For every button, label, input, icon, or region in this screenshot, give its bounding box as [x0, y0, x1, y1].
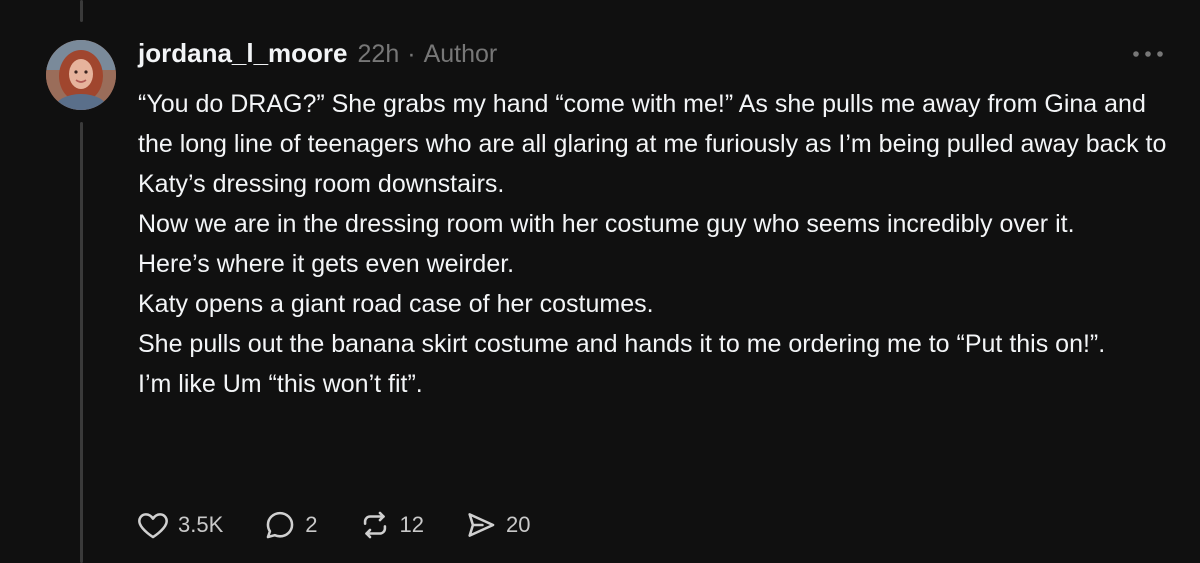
thread-line-top — [80, 0, 83, 22]
repost-button[interactable]: 12 — [358, 508, 424, 542]
share-count: 20 — [506, 512, 531, 537]
repost-icon — [363, 511, 386, 539]
post-paragraph: Now we are in the dressing room with her… — [138, 210, 1075, 238]
post-time[interactable]: 22h — [358, 40, 400, 69]
post-paragraph: Katy opens a giant road case of her cost… — [138, 290, 654, 318]
post-paragraph: “You do DRAG?” She grabs my hand “come w… — [138, 90, 1167, 198]
post-paragraph: Here’s where it gets even weirder. — [138, 250, 515, 278]
more-dots-icon — [1133, 51, 1163, 57]
avatar-image — [46, 40, 116, 110]
like-button[interactable]: 3.5K — [136, 508, 223, 542]
author-badge: Author — [423, 40, 498, 68]
more-options-button[interactable] — [1130, 44, 1170, 64]
like-count: 3.5K — [178, 512, 224, 537]
speech-bubble-icon — [266, 511, 294, 539]
heart-icon — [138, 513, 168, 539]
reply-button[interactable]: 2 — [263, 508, 318, 542]
separator: · — [407, 40, 416, 68]
repost-count: 12 — [399, 512, 424, 537]
post-header: jordana_l_moore 22h · Author — [138, 38, 497, 72]
reply-count: 2 — [305, 512, 318, 537]
post-paragraph: She pulls out the banana skirt costume a… — [138, 330, 1106, 358]
username[interactable]: jordana_l_moore — [138, 38, 348, 69]
share-button[interactable]: 20 — [464, 508, 530, 542]
post-body: “You do DRAG?” She grabs my hand “come w… — [138, 84, 1178, 404]
action-bar: 3.5K 2 12 20 — [136, 504, 570, 546]
send-icon — [468, 513, 495, 537]
avatar[interactable] — [46, 40, 116, 110]
thread-post: jordana_l_moore 22h · Author “You do DRA… — [0, 0, 1200, 563]
post-paragraph: I’m like Um “this won’t fit”. — [138, 370, 423, 398]
thread-line — [80, 122, 83, 563]
